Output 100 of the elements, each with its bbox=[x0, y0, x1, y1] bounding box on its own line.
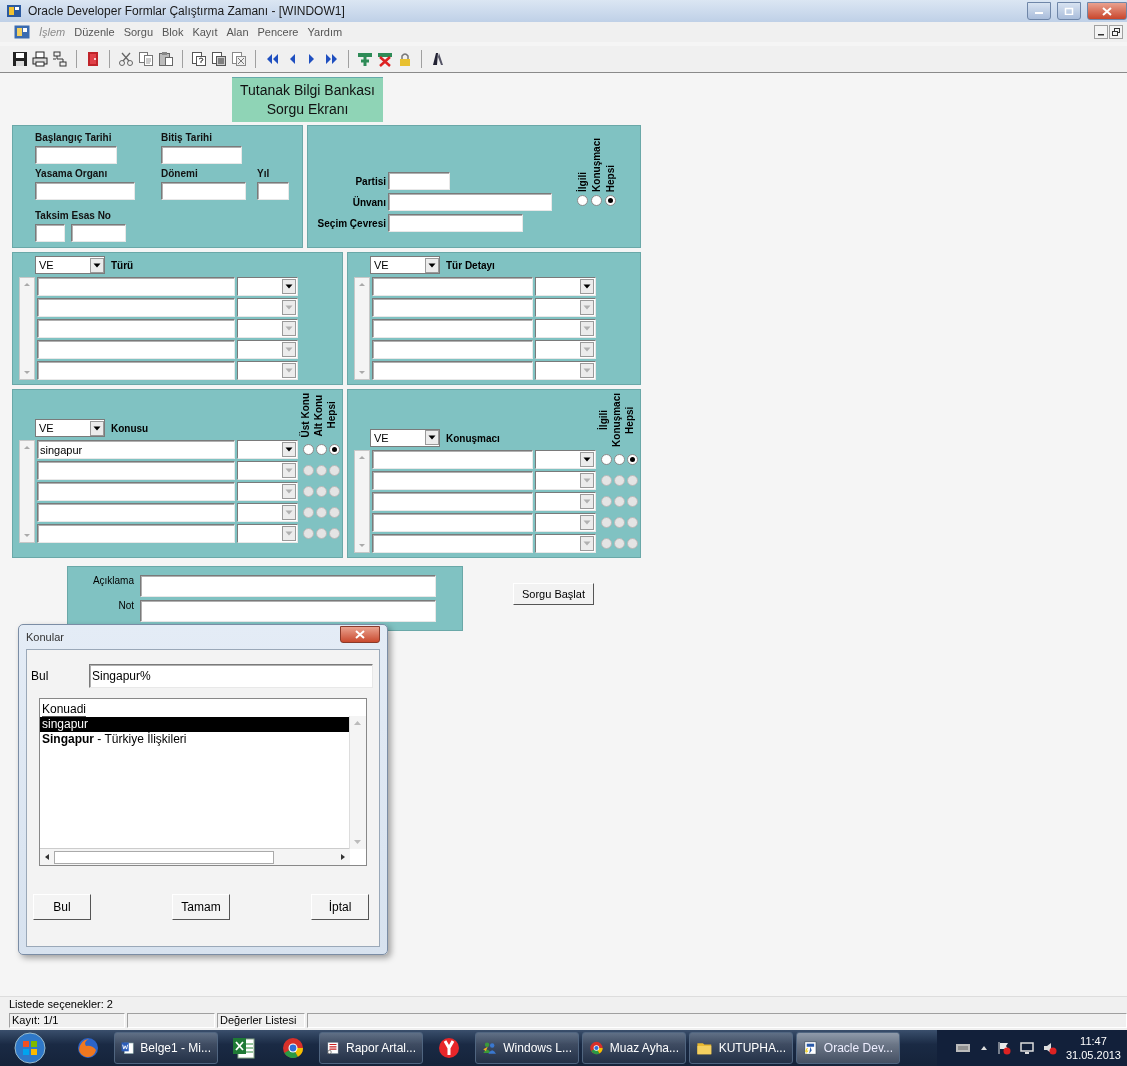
radio-button[interactable] bbox=[627, 474, 638, 486]
input-field[interactable] bbox=[372, 533, 533, 553]
input-field[interactable] bbox=[37, 524, 235, 544]
radio-button[interactable] bbox=[329, 486, 340, 498]
dropdown-field[interactable] bbox=[535, 491, 596, 511]
input-field[interactable] bbox=[37, 298, 235, 317]
keyboard-icon[interactable] bbox=[954, 1042, 971, 1054]
minimize-button[interactable] bbox=[1094, 25, 1108, 39]
radio-button[interactable] bbox=[303, 486, 314, 498]
input-field[interactable] bbox=[37, 461, 235, 481]
dropdown-field[interactable] bbox=[535, 512, 596, 532]
close-button[interactable] bbox=[340, 625, 380, 643]
dropdown-field[interactable] bbox=[237, 361, 298, 380]
caret-icon[interactable] bbox=[425, 430, 439, 446]
scrollbar[interactable] bbox=[40, 848, 350, 865]
scroll-thumb[interactable] bbox=[54, 850, 274, 864]
caret-icon[interactable] bbox=[425, 257, 439, 273]
radio-button[interactable] bbox=[614, 474, 625, 486]
caret-icon[interactable] bbox=[580, 451, 594, 467]
taskbar-button[interactable]: Rapor Artal... bbox=[319, 1032, 423, 1064]
menu-item[interactable]: Pencere bbox=[257, 26, 299, 38]
menu-item[interactable]: Blok bbox=[162, 26, 184, 38]
maximize-button[interactable] bbox=[1057, 2, 1081, 20]
dropdown-field[interactable] bbox=[535, 470, 596, 490]
radio-button[interactable] bbox=[590, 195, 602, 206]
operator-dropdown[interactable]: VE bbox=[370, 428, 440, 447]
input-field[interactable] bbox=[257, 182, 289, 200]
input-field[interactable] bbox=[140, 599, 436, 622]
radio-button[interactable] bbox=[614, 495, 625, 507]
printer-icon[interactable] bbox=[32, 51, 48, 67]
input-field[interactable] bbox=[372, 470, 533, 490]
taskbar-button[interactable]: Muaz Ayha... bbox=[582, 1032, 686, 1064]
dropdown-field[interactable] bbox=[237, 440, 298, 460]
taskbar-button[interactable]: Windows L... bbox=[475, 1032, 579, 1064]
input-field[interactable] bbox=[372, 449, 533, 469]
query-icon[interactable] bbox=[191, 51, 207, 67]
list-item[interactable]: Singapur - Türkiye İlişkileri bbox=[40, 732, 349, 747]
input-field[interactable] bbox=[37, 482, 235, 502]
radio-button[interactable] bbox=[601, 474, 612, 486]
input-field[interactable] bbox=[388, 193, 552, 211]
menu-item[interactable]: Alan bbox=[226, 26, 249, 38]
cancel-query-icon[interactable] bbox=[231, 51, 247, 67]
radio-button[interactable] bbox=[329, 465, 340, 477]
monitor-icon[interactable] bbox=[1019, 1041, 1034, 1055]
input-field[interactable] bbox=[372, 277, 533, 296]
input-field[interactable] bbox=[388, 214, 523, 232]
floppy-icon[interactable] bbox=[12, 51, 28, 67]
lock-icon[interactable] bbox=[397, 51, 413, 67]
dropdown-field[interactable] bbox=[237, 340, 298, 359]
menu-item[interactable]: Kayıt bbox=[192, 26, 218, 38]
flag-icon[interactable] bbox=[996, 1041, 1011, 1055]
menu-item[interactable]: Yardım bbox=[307, 26, 343, 38]
dropdown-field[interactable] bbox=[535, 533, 596, 553]
scissors-icon[interactable] bbox=[118, 51, 134, 67]
radio-button[interactable] bbox=[316, 486, 327, 498]
dropdown-field[interactable] bbox=[237, 482, 298, 502]
operator-dropdown[interactable]: VE bbox=[35, 256, 105, 274]
input-field[interactable] bbox=[35, 146, 117, 164]
dialog-button[interactable]: Tamam bbox=[172, 894, 230, 920]
caret-icon[interactable] bbox=[580, 279, 594, 294]
radio-button[interactable] bbox=[627, 453, 638, 465]
input-field[interactable] bbox=[37, 340, 235, 359]
input-field[interactable] bbox=[161, 182, 246, 200]
list-item[interactable]: singapur bbox=[40, 717, 349, 732]
taskbar-button[interactable]: Oracle Dev... bbox=[796, 1032, 900, 1064]
input-field[interactable] bbox=[372, 512, 533, 532]
radio-button[interactable] bbox=[601, 537, 612, 549]
input-field[interactable] bbox=[37, 361, 235, 380]
radio-button[interactable] bbox=[627, 495, 638, 507]
query-button[interactable]: Sorgu Başlat bbox=[513, 583, 594, 606]
dropdown-field[interactable] bbox=[535, 319, 596, 338]
search-field[interactable]: Singapur% bbox=[89, 664, 373, 688]
radio-button[interactable] bbox=[627, 537, 638, 549]
dropdown-field[interactable] bbox=[535, 361, 596, 380]
radio-button[interactable] bbox=[329, 444, 340, 456]
radio-button[interactable] bbox=[604, 195, 616, 206]
input-field[interactable] bbox=[71, 224, 126, 242]
caret-icon[interactable] bbox=[90, 420, 104, 436]
speaker-icon[interactable] bbox=[1042, 1041, 1057, 1055]
last-record-icon[interactable] bbox=[324, 51, 340, 67]
radio-button[interactable] bbox=[614, 453, 625, 465]
radio-button[interactable] bbox=[601, 516, 612, 528]
radio-button[interactable] bbox=[316, 528, 327, 540]
caret-icon[interactable] bbox=[282, 442, 296, 458]
operator-dropdown[interactable]: VE bbox=[370, 256, 440, 274]
input-field[interactable] bbox=[388, 172, 450, 190]
dropdown-field[interactable] bbox=[237, 319, 298, 338]
input-field[interactable] bbox=[372, 319, 533, 338]
dropdown-field[interactable] bbox=[535, 449, 596, 469]
input-field[interactable]: singapur bbox=[37, 440, 235, 460]
radio-button[interactable] bbox=[614, 537, 625, 549]
input-field[interactable] bbox=[35, 182, 135, 200]
delete-record-icon[interactable] bbox=[377, 51, 393, 67]
list-box[interactable]: Konuadi singapur Singapur - Türkiye İlişkileri bbox=[39, 698, 367, 866]
dropdown-field[interactable] bbox=[237, 524, 298, 544]
radio-button[interactable] bbox=[329, 528, 340, 540]
restore-button[interactable] bbox=[1109, 25, 1123, 39]
radio-button[interactable] bbox=[601, 495, 612, 507]
radio-button[interactable] bbox=[303, 465, 314, 477]
stack-icon[interactable] bbox=[211, 51, 227, 67]
